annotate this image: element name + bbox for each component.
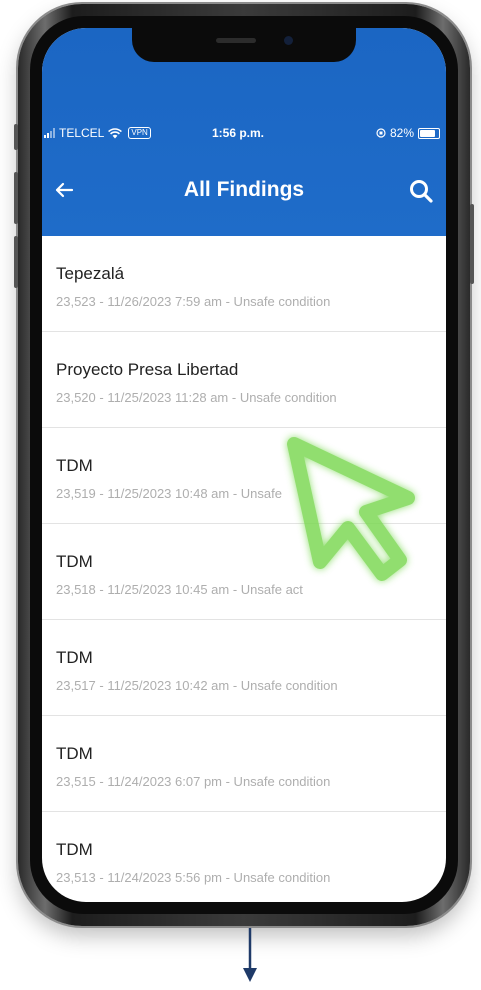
list-item[interactable]: TDM 23,513 - 11/24/2023 5:56 pm - Unsafe… [42, 812, 446, 902]
carrier-info: TELCEL VPN [44, 126, 151, 140]
finding-name: TDM [56, 552, 93, 571]
speaker [216, 38, 256, 43]
finding-name: TDM [56, 840, 93, 859]
list-item[interactable]: Proyecto Presa Libertad 23,520 - 11/25/2… [42, 332, 446, 428]
list-item[interactable]: TDM 23,515 - 11/24/2023 6:07 pm - Unsafe… [42, 716, 446, 812]
volume-down-button [14, 236, 18, 288]
status-time: 1:56 p.m. [212, 126, 265, 140]
finding-meta: 23,520 - 11/25/2023 11:28 am - Unsafe co… [56, 390, 337, 405]
carrier-name: TELCEL [59, 126, 105, 140]
phone-frame: TELCEL VPN 1:56 p.m. 82% All Findings Te… [14, 4, 474, 926]
finding-meta: 23,523 - 11/26/2023 7:59 am - Unsafe con… [56, 294, 331, 309]
phone-screen: TELCEL VPN 1:56 p.m. 82% All Findings Te… [42, 28, 446, 902]
battery-icon [418, 127, 440, 139]
list-item[interactable]: TDM 23,517 - 11/25/2023 10:42 am - Unsaf… [42, 620, 446, 716]
battery-percentage: 82% [389, 126, 414, 140]
battery-info: 82% [376, 126, 440, 140]
finding-meta: 23,513 - 11/24/2023 5:56 pm - Unsafe con… [56, 870, 331, 885]
finding-name: TDM [56, 648, 93, 667]
finding-meta: 23,515 - 11/24/2023 6:07 pm - Unsafe con… [56, 774, 331, 789]
status-bar: TELCEL VPN 1:56 p.m. 82% [42, 126, 446, 146]
mute-switch [14, 124, 18, 150]
list-item[interactable]: TDM 23,518 - 11/25/2023 10:45 am - Unsaf… [42, 524, 446, 620]
list-item[interactable]: TDM 23,519 - 11/25/2023 10:48 am - Unsaf… [42, 428, 446, 524]
list-item[interactable]: Tepezalá 23,523 - 11/26/2023 7:59 am - U… [42, 236, 446, 332]
notch [132, 28, 356, 62]
finding-name: Proyecto Presa Libertad [56, 360, 239, 379]
page-title: All Findings [183, 178, 305, 201]
finding-meta: 23,517 - 11/25/2023 10:42 am - Unsafe co… [56, 678, 338, 693]
vpn-badge: VPN [128, 127, 151, 139]
finding-meta: 23,518 - 11/25/2023 10:45 am - Unsafe ac… [56, 582, 303, 597]
finding-name: TDM [56, 744, 93, 763]
finding-name: TDM [56, 456, 93, 475]
wifi-icon [108, 127, 123, 138]
signal-icon [44, 128, 55, 138]
title-bar: All Findings [42, 174, 446, 214]
finding-meta: 23,519 - 11/25/2023 10:48 am - Unsafe [56, 486, 282, 501]
findings-list: Tepezalá 23,523 - 11/26/2023 7:59 am - U… [42, 236, 446, 902]
phone-bezel: TELCEL VPN 1:56 p.m. 82% All Findings Te… [30, 16, 458, 914]
volume-up-button [14, 172, 18, 224]
down-arrow-icon [243, 928, 257, 982]
power-button [470, 204, 474, 284]
front-camera [284, 36, 293, 45]
orientation-lock-icon [376, 128, 386, 138]
finding-name: Tepezalá [56, 264, 125, 283]
search-icon[interactable] [408, 178, 434, 204]
